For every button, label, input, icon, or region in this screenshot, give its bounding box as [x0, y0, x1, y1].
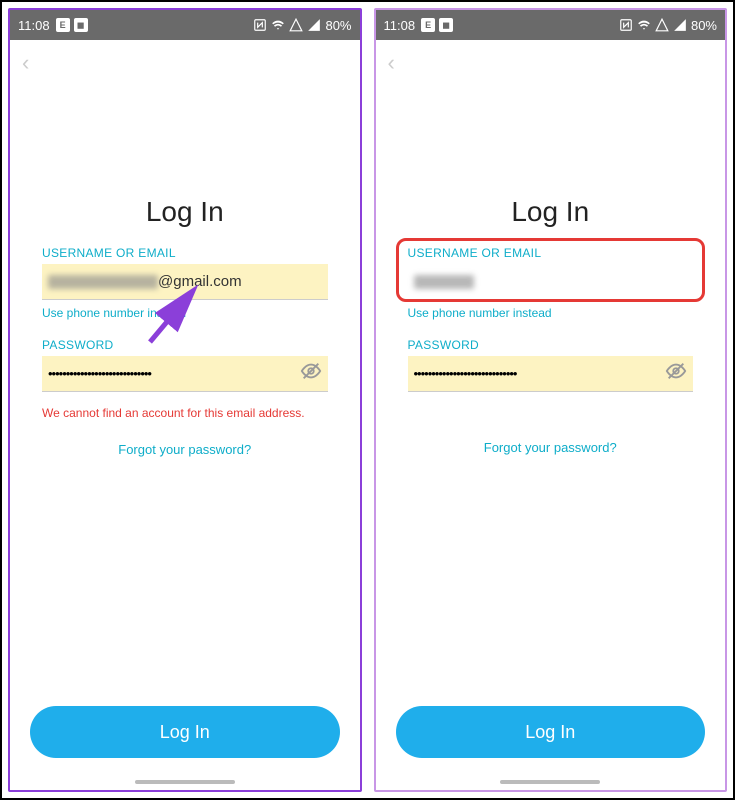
- status-right-icons: 80%: [619, 18, 717, 33]
- signal-icon-2: [307, 18, 321, 32]
- wifi-icon: [271, 18, 285, 32]
- page-title: Log In: [42, 196, 328, 228]
- password-value: •••••••••••••••••••••••••••••: [414, 366, 517, 381]
- password-value: •••••••••••••••••••••••••••••: [48, 366, 151, 381]
- back-row: ‹: [376, 40, 726, 86]
- status-app-icons: E ◼: [56, 18, 88, 32]
- password-label: PASSWORD: [42, 338, 328, 352]
- password-input-wrap[interactable]: •••••••••••••••••••••••••••••: [408, 356, 694, 392]
- home-indicator[interactable]: [500, 780, 600, 784]
- login-content: Log In USERNAME OR EMAIL @gmail.com Use …: [10, 86, 360, 706]
- nfc-icon: [253, 18, 267, 32]
- status-bar: 11:08 E ◼ 80%: [376, 10, 726, 40]
- login-content: Log In USERNAME OR EMAIL Use phone numbe…: [376, 86, 726, 706]
- status-app-icon-2: ◼: [74, 18, 88, 32]
- back-chevron-icon[interactable]: ‹: [388, 50, 395, 75]
- status-app-icons: E ◼: [421, 18, 453, 32]
- status-time: 11:08: [384, 18, 416, 33]
- error-message: We cannot find an account for this email…: [42, 406, 328, 420]
- home-indicator[interactable]: [135, 780, 235, 784]
- use-phone-link[interactable]: Use phone number instead: [42, 306, 328, 320]
- toggle-password-visibility-icon[interactable]: [300, 360, 322, 387]
- username-blurred-prefix: [48, 275, 158, 289]
- signal-icon-1: [289, 18, 303, 32]
- back-chevron-icon[interactable]: ‹: [22, 50, 29, 75]
- battery-percent: 80%: [691, 18, 717, 33]
- use-phone-link[interactable]: Use phone number instead: [408, 306, 694, 320]
- status-app-icon-1: E: [56, 18, 70, 32]
- login-button[interactable]: Log In: [396, 706, 706, 758]
- username-label: USERNAME OR EMAIL: [42, 246, 328, 260]
- username-input-wrap[interactable]: [408, 264, 694, 300]
- password-input-wrap[interactable]: •••••••••••••••••••••••••••••: [42, 356, 328, 392]
- status-bar: 11:08 E ◼ 80%: [10, 10, 360, 40]
- status-time: 11:08: [18, 18, 50, 33]
- status-app-icon-1: E: [421, 18, 435, 32]
- phone-screenshot-left: 11:08 E ◼ 80% ‹ Log In USERNAME OR EMAIL…: [8, 8, 362, 792]
- toggle-password-visibility-icon[interactable]: [665, 360, 687, 387]
- battery-percent: 80%: [325, 18, 351, 33]
- username-label: USERNAME OR EMAIL: [408, 246, 694, 260]
- login-button[interactable]: Log In: [30, 706, 340, 758]
- status-right-icons: 80%: [253, 18, 351, 33]
- nfc-icon: [619, 18, 633, 32]
- signal-icon-1: [655, 18, 669, 32]
- page-title: Log In: [408, 196, 694, 228]
- forgot-password-link[interactable]: Forgot your password?: [408, 440, 694, 455]
- forgot-password-link[interactable]: Forgot your password?: [42, 442, 328, 457]
- back-row: ‹: [10, 40, 360, 86]
- username-blurred-value: [414, 275, 474, 289]
- signal-icon-2: [673, 18, 687, 32]
- phone-screenshot-right: 11:08 E ◼ 80% ‹ Log In USERNAME OR EMAIL…: [374, 8, 728, 792]
- status-app-icon-2: ◼: [439, 18, 453, 32]
- password-label: PASSWORD: [408, 338, 694, 352]
- username-input-wrap[interactable]: @gmail.com: [42, 264, 328, 300]
- username-suffix: @gmail.com: [158, 273, 242, 290]
- wifi-icon: [637, 18, 651, 32]
